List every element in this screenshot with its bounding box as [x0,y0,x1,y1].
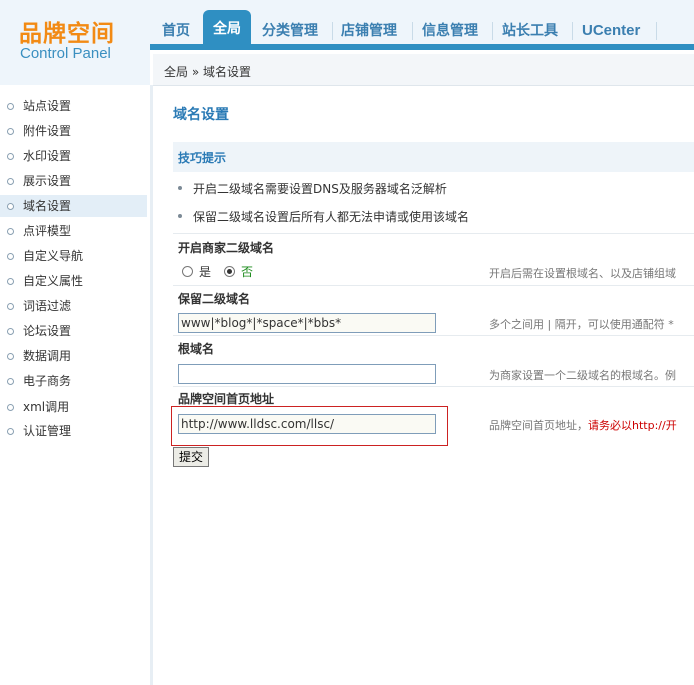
sidebar-item-label: 附件设置 [23,124,72,138]
bullet-icon [7,353,14,360]
tips-title: 技巧提示 [178,151,227,165]
sidebar-item-attachment-settings[interactable]: 附件设置 [0,120,147,142]
tab-ucenter[interactable]: UCenter [582,18,640,44]
tab-divider [492,22,493,40]
tab-shop-management[interactable]: 店铺管理 [341,18,397,44]
sidebar-item-site-settings[interactable]: 站点设置 [0,95,147,117]
subdomain-yes-label: 是 [199,265,212,279]
reserved-field-title: 保留二级域名 [178,292,251,306]
sidebar-item-ecommerce[interactable]: 电子商务 [0,370,147,392]
sidebar-item-label: 词语过滤 [23,299,72,313]
reserved-subdomains-input[interactable]: www|*blog*|*space*|*bbs* [178,313,436,333]
sidebar-item-label: 自定义属性 [23,274,84,288]
root-domain-help-text: 为商家设置一个二级域名的根域名。例 [489,369,676,382]
bullet-icon [7,404,14,411]
sidebar-item-custom-attributes[interactable]: 自定义属性 [0,270,147,292]
sidebar-item-data-call[interactable]: 数据调用 [0,345,147,367]
root-domain-input[interactable] [178,364,436,384]
tab-divider [412,22,413,40]
bullet-icon [7,103,14,110]
tab-category-management[interactable]: 分类管理 [262,18,318,44]
breadcrumb: 全局 » 域名设置 [164,65,251,79]
bullet-icon [7,303,14,310]
sidebar-item-review-model[interactable]: 点评模型 [0,220,147,242]
bullet-icon [7,378,14,385]
subdomain-no-radio[interactable] [224,266,235,277]
logo-subtitle: Control Panel [20,45,111,62]
bullet-icon [7,253,14,260]
sidebar-item-label: 数据调用 [23,349,72,363]
subdomain-field-title: 开启商家二级域名 [178,241,275,255]
bullet-icon [178,186,182,190]
sidebar-item-word-filter[interactable]: 词语过滤 [0,295,147,317]
tab-webmaster-tools[interactable]: 站长工具 [502,18,558,44]
sidebar-item-label: 论坛设置 [23,324,72,338]
subdomain-yes-radio[interactable] [182,266,193,277]
tab-info-management[interactable]: 信息管理 [422,18,478,44]
tab-global[interactable]: 全局 [203,10,251,50]
sidebar-item-label: 域名设置 [23,199,72,213]
tip-item: 开启二级域名需要设置DNS及服务器域名泛解析 [193,182,447,196]
bullet-icon [7,203,14,210]
sidebar-item-label: 自定义导航 [23,249,84,263]
tab-divider [656,22,657,40]
bullet-icon [7,228,14,235]
sidebar-item-display-settings[interactable]: 展示设置 [0,170,147,192]
sidebar-item-watermark-settings[interactable]: 水印设置 [0,145,147,167]
tip-item: 保留二级域名设置后所有人都无法申请或使用该域名 [193,210,470,224]
sidebar: 站点设置 附件设置 水印设置 展示设置 域名设置 点评模型 自定义导航 自定义属… [0,85,153,685]
homepage-help-warning: 请务必以http://开 [588,419,677,432]
sidebar-item-xml-call[interactable]: xml调用 [0,396,147,418]
divider [173,335,694,336]
tab-divider [332,22,333,40]
divider [173,386,694,387]
divider [173,233,694,234]
logo-area: 品牌空间 Control Panel [0,0,150,85]
submit-button[interactable]: 提交 [173,447,209,467]
sidebar-item-certification[interactable]: 认证管理 [0,420,147,442]
divider [173,285,694,286]
tips-box: 技巧提示 [173,142,694,172]
homepage-field-title: 品牌空间首页地址 [178,392,275,406]
sidebar-item-label: xml调用 [23,400,70,414]
subdomain-help-text: 开启后需在设置根域名、以及店铺组域 [489,267,676,280]
bullet-icon [178,214,182,218]
homepage-url-input[interactable]: http://www.lldsc.com/llsc/ [178,414,436,434]
tab-home[interactable]: 首页 [162,18,190,44]
page-title: 域名设置 [173,107,229,123]
sidebar-item-forum-settings[interactable]: 论坛设置 [0,320,147,342]
homepage-help-text: 品牌空间首页地址，请务必以http://开 [489,417,677,433]
tab-divider [572,22,573,40]
bullet-icon [7,278,14,285]
sidebar-item-label: 展示设置 [23,174,72,188]
breadcrumb-bar: 全局 » 域名设置 [153,54,694,86]
homepage-help-label: 品牌空间首页地址， [489,419,588,432]
subdomain-no-label: 否 [241,265,254,279]
reserved-help-text: 多个之间用 | 隔开，可以使用通配符 * [489,318,674,331]
sidebar-item-label: 站点设置 [23,99,72,113]
sidebar-item-label: 点评模型 [23,224,72,238]
sidebar-item-label: 水印设置 [23,149,72,163]
bullet-icon [7,153,14,160]
sidebar-item-domain-settings[interactable]: 域名设置 [0,195,147,217]
bullet-icon [7,428,14,435]
bullet-icon [7,178,14,185]
sidebar-item-custom-navigation[interactable]: 自定义导航 [0,245,147,267]
sidebar-item-label: 电子商务 [23,374,72,388]
root-domain-field-title: 根域名 [178,342,215,356]
logo-title: 品牌空间 [19,21,115,47]
sidebar-item-label: 认证管理 [23,424,72,438]
bullet-icon [7,328,14,335]
bullet-icon [7,128,14,135]
